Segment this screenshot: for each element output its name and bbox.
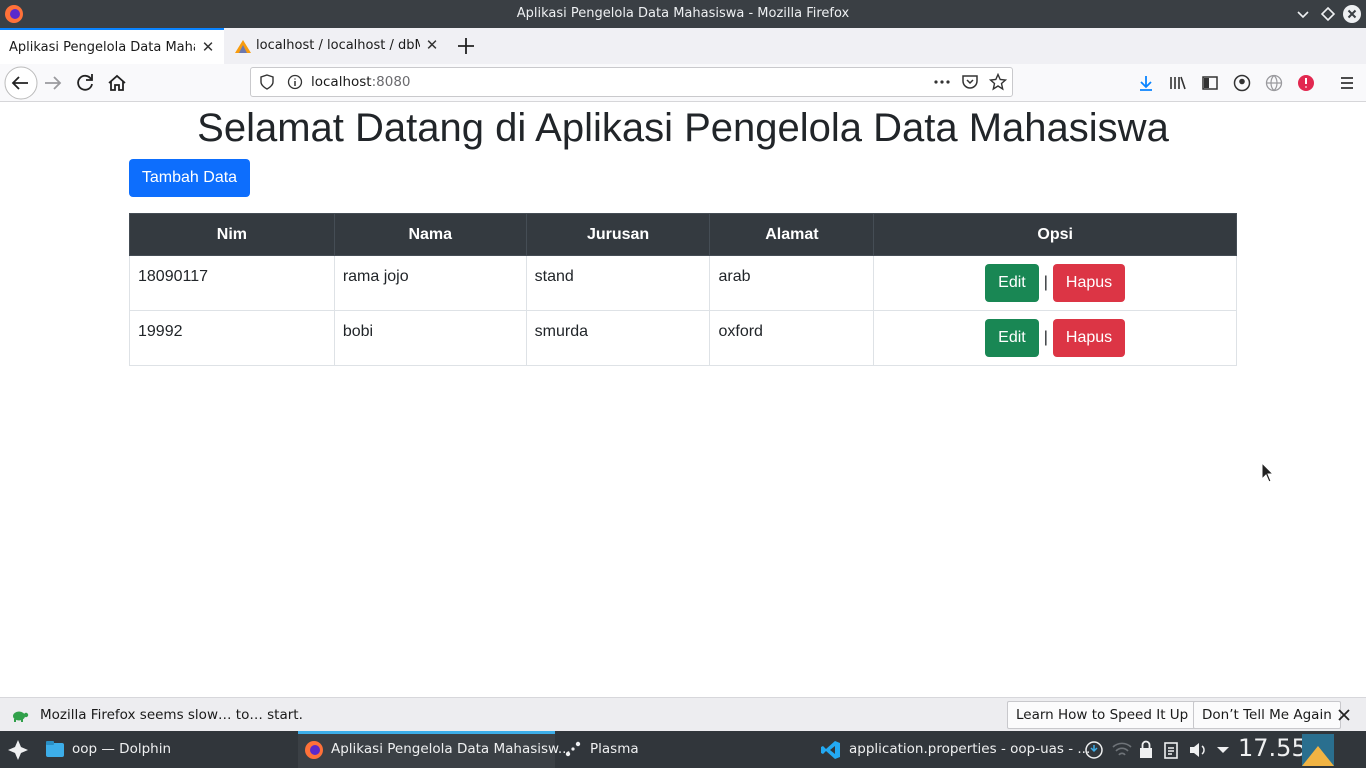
cell-opsi: Edit | Hapus bbox=[873, 310, 1237, 366]
task-label: application.properties - oop-uas - ... bbox=[849, 741, 1091, 757]
menu-icon[interactable] bbox=[1338, 74, 1356, 92]
folder-icon bbox=[46, 741, 64, 757]
delete-button[interactable]: Hapus bbox=[1052, 319, 1126, 357]
downloads-icon[interactable] bbox=[1137, 74, 1155, 92]
slow-startup-notification: Mozilla Firefox seems slow… to… start. L… bbox=[0, 697, 1366, 731]
page-content: Selamat Datang di Aplikasi Pengelola Dat… bbox=[0, 102, 1366, 697]
volume-icon[interactable] bbox=[1188, 740, 1208, 760]
tab-aplikasi[interactable]: Aplikasi Pengelola Data Maha ✕ bbox=[0, 28, 224, 64]
tab-phpmyadmin[interactable]: localhost / localhost / dbM ✕ bbox=[224, 28, 448, 64]
window-title: Aplikasi Pengelola Data Mahasiswa - Mozi… bbox=[516, 6, 850, 21]
cell-jurusan: stand bbox=[525, 255, 711, 311]
edit-button[interactable]: Edit bbox=[985, 319, 1039, 357]
student-table: Nim Nama Jurusan Alamat Opsi 18090117 ra… bbox=[129, 213, 1237, 366]
cell-alamat: arab bbox=[709, 255, 875, 311]
globe-icon[interactable] bbox=[1265, 74, 1283, 92]
close-tab-icon[interactable]: ✕ bbox=[200, 39, 216, 55]
close-tab-icon[interactable]: ✕ bbox=[424, 37, 440, 53]
firefox-icon bbox=[305, 741, 323, 759]
bookmark-star-icon[interactable] bbox=[989, 73, 1007, 91]
wifi-icon[interactable] bbox=[1111, 740, 1133, 760]
network-settings-icon[interactable] bbox=[1084, 740, 1104, 760]
desktop-preview-icon[interactable] bbox=[1302, 734, 1334, 766]
phpmyadmin-icon bbox=[235, 40, 251, 53]
cell-nim: 18090117 bbox=[129, 255, 335, 311]
more-actions-icon[interactable] bbox=[933, 74, 951, 90]
dont-tell-me-again-button[interactable]: Don’t Tell Me Again bbox=[1193, 701, 1341, 729]
learn-speed-up-button[interactable]: Learn How to Speed It Up bbox=[1007, 701, 1198, 729]
clock[interactable]: 17.55 bbox=[1238, 734, 1307, 762]
account-icon[interactable] bbox=[1233, 74, 1251, 92]
task-dolphin[interactable]: oop — Dolphin bbox=[40, 731, 295, 768]
tray-expand-icon[interactable] bbox=[1215, 744, 1231, 756]
table-row: 19992 bobi smurda oxford Edit | Hapus bbox=[129, 310, 1237, 366]
separator: | bbox=[1043, 329, 1048, 346]
tab-strip: Aplikasi Pengelola Data Maha ✕ localhost… bbox=[0, 28, 1366, 64]
maximize-icon[interactable] bbox=[1318, 4, 1338, 24]
taskbar: oop — Dolphin Aplikasi Pengelola Data Ma… bbox=[0, 731, 1366, 768]
cell-nama: rama jojo bbox=[333, 255, 527, 311]
add-data-button[interactable]: Tambah Data bbox=[129, 159, 250, 197]
cell-nim: 19992 bbox=[129, 310, 335, 366]
task-vscode[interactable]: application.properties - oop-uas - ... bbox=[815, 731, 1090, 768]
navigation-bar: localhost:8080 bbox=[0, 64, 1366, 102]
plasma-icon bbox=[565, 741, 581, 757]
mouse-cursor-icon bbox=[1261, 462, 1275, 483]
task-label: Aplikasi Pengelola Data Mahasisw... bbox=[331, 741, 571, 757]
column-header-alamat: Alamat bbox=[709, 213, 875, 256]
library-icon[interactable] bbox=[1169, 74, 1187, 92]
notification-message: Mozilla Firefox seems slow… to… start. bbox=[40, 707, 303, 723]
shield-icon[interactable] bbox=[259, 74, 275, 90]
url-bar[interactable]: localhost:8080 bbox=[250, 67, 1013, 97]
task-plasma[interactable]: Plasma bbox=[558, 731, 808, 768]
cell-nama: bobi bbox=[333, 310, 527, 366]
home-icon[interactable] bbox=[102, 68, 132, 98]
column-header-opsi: Opsi bbox=[873, 213, 1237, 256]
back-icon[interactable] bbox=[4, 66, 38, 100]
task-label: Plasma bbox=[590, 741, 639, 757]
turtle-icon bbox=[13, 711, 29, 722]
edit-button[interactable]: Edit bbox=[985, 264, 1039, 302]
delete-button[interactable]: Hapus bbox=[1052, 264, 1126, 302]
cell-alamat: oxford bbox=[709, 310, 875, 366]
task-label: oop — Dolphin bbox=[72, 741, 172, 757]
clipboard-icon[interactable] bbox=[1163, 740, 1179, 760]
forward-icon[interactable] bbox=[38, 68, 68, 98]
column-header-nama: Nama bbox=[333, 213, 527, 256]
vscode-icon bbox=[821, 741, 840, 759]
pocket-icon[interactable] bbox=[961, 74, 979, 90]
window-titlebar: Aplikasi Pengelola Data Mahasiswa - Mozi… bbox=[0, 0, 1366, 28]
lock-icon[interactable] bbox=[1138, 740, 1154, 760]
tab-label: Aplikasi Pengelola Data Maha bbox=[9, 40, 195, 55]
task-firefox[interactable]: Aplikasi Pengelola Data Mahasisw... bbox=[298, 731, 571, 768]
cell-opsi: Edit | Hapus bbox=[873, 255, 1237, 311]
cell-jurusan: smurda bbox=[525, 310, 711, 366]
table-row: 18090117 rama jojo stand arab Edit | Hapus bbox=[129, 255, 1237, 311]
page-title: Selamat Datang di Aplikasi Pengelola Dat… bbox=[197, 106, 1169, 150]
column-header-jurusan: Jurusan bbox=[525, 213, 711, 256]
info-icon[interactable] bbox=[287, 74, 303, 90]
alert-icon[interactable] bbox=[1297, 74, 1315, 92]
close-notification-icon[interactable] bbox=[1336, 707, 1352, 723]
separator: | bbox=[1043, 274, 1048, 291]
tab-label: localhost / localhost / dbM bbox=[256, 38, 420, 53]
url-text[interactable]: localhost:8080 bbox=[311, 74, 411, 90]
minimize-icon[interactable] bbox=[1293, 4, 1313, 24]
column-header-nim: Nim bbox=[129, 213, 335, 256]
new-tab-icon[interactable] bbox=[452, 32, 480, 60]
reload-icon[interactable] bbox=[70, 68, 100, 98]
application-launcher-icon[interactable] bbox=[7, 739, 29, 761]
close-window-icon[interactable] bbox=[1342, 4, 1362, 24]
sidebar-icon[interactable] bbox=[1201, 74, 1219, 92]
